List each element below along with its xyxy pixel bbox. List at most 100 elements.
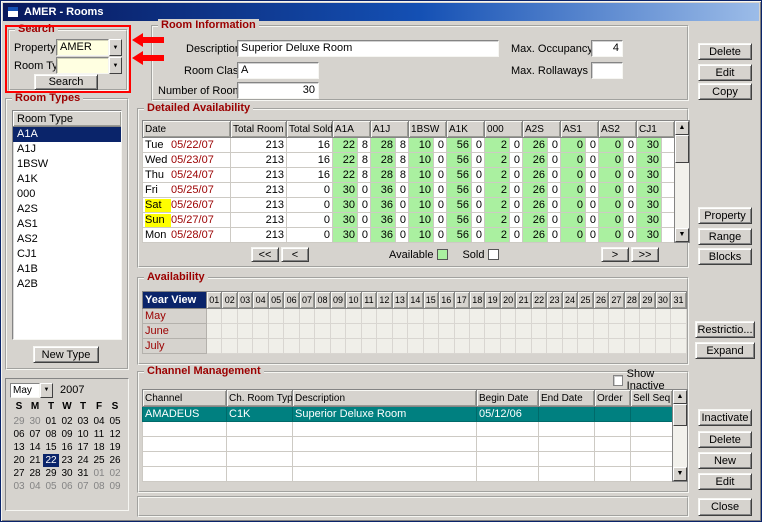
checkbox-icon[interactable] [613, 375, 623, 386]
availability-cell[interactable] [408, 339, 423, 354]
calendar-day[interactable]: 15 [43, 441, 59, 454]
empty-row[interactable] [143, 422, 673, 437]
calendar-day[interactable]: 26 [107, 454, 123, 467]
availability-cell[interactable] [500, 324, 515, 339]
calendar-day[interactable]: 17 [75, 441, 91, 454]
month-select[interactable]: May ▼ [10, 383, 53, 398]
availability-cell[interactable] [593, 339, 608, 354]
calendar-day[interactable]: 11 [91, 428, 107, 441]
room-type-item[interactable]: A2B [13, 277, 121, 292]
availability-cell[interactable] [392, 324, 407, 339]
range-button[interactable]: Range [698, 228, 752, 245]
availability-cell[interactable] [671, 309, 687, 324]
availability-cell[interactable] [284, 324, 299, 339]
availability-cell[interactable] [454, 324, 469, 339]
max-occupancy-field[interactable]: 4 [591, 40, 623, 57]
scroll-up-icon[interactable]: ▲ [673, 390, 687, 404]
property-select[interactable]: AMER ▼ [56, 39, 122, 56]
calendar-day[interactable]: 14 [27, 441, 43, 454]
availability-cell[interactable] [531, 339, 546, 354]
calendar-day[interactable]: 16 [59, 441, 75, 454]
room-type-dropdown-icon[interactable]: ▼ [109, 57, 122, 74]
channel-scrollbar[interactable]: ▲ ▼ [672, 389, 688, 482]
availability-cell[interactable] [222, 324, 237, 339]
availability-cell[interactable] [547, 339, 562, 354]
availability-cell[interactable] [578, 324, 593, 339]
calendar-day[interactable]: 24 [75, 454, 91, 467]
availability-cell[interactable] [439, 324, 454, 339]
availability-row[interactable]: Thu05/24/072131622828810056020260000030 [143, 168, 675, 183]
availability-row[interactable]: Tue05/22/072131622828810056020260000030 [143, 138, 675, 153]
room-type-item[interactable]: A1A [13, 127, 121, 142]
availability-cell[interactable] [531, 309, 546, 324]
availability-cell[interactable] [469, 324, 484, 339]
calendar-day[interactable]: 06 [11, 428, 27, 441]
channel-delete-button[interactable]: Delete [698, 431, 752, 448]
calendar-day[interactable]: 20 [11, 454, 27, 467]
availability-cell[interactable] [609, 339, 624, 354]
description-field[interactable]: Superior Deluxe Room [237, 40, 499, 57]
availability-cell[interactable] [222, 339, 237, 354]
page-prev-button[interactable]: < [281, 247, 309, 262]
availability-cell[interactable] [454, 339, 469, 354]
property-dropdown-icon[interactable]: ▼ [109, 39, 122, 56]
scroll-up-icon[interactable]: ▲ [675, 121, 689, 135]
availability-cell[interactable] [268, 339, 283, 354]
availability-cell[interactable] [237, 339, 252, 354]
calendar-day[interactable]: 03 [75, 415, 91, 428]
calendar-day[interactable]: 02 [107, 467, 123, 480]
room-info-edit-button[interactable]: Edit [698, 64, 752, 81]
calendar-day[interactable]: 21 [27, 454, 43, 467]
availability-cell[interactable] [500, 339, 515, 354]
calendar-day[interactable]: 30 [59, 467, 75, 480]
availability-row[interactable]: Fri05/25/07213030036010056020260000030 [143, 183, 675, 198]
availability-cell[interactable] [655, 309, 670, 324]
availability-cell[interactable] [330, 324, 345, 339]
expand-button[interactable]: Expand [695, 342, 755, 359]
calendar-day[interactable]: 07 [75, 480, 91, 493]
availability-cell[interactable] [531, 324, 546, 339]
availability-cell[interactable] [253, 324, 268, 339]
show-inactive-checkbox[interactable]: Show Inactive [611, 373, 687, 387]
search-button[interactable]: Search [34, 74, 98, 90]
calendar-day[interactable]: 08 [91, 480, 107, 493]
room-type-item[interactable]: A1J [13, 142, 121, 157]
availability-cell[interactable] [624, 324, 639, 339]
room-type-item[interactable]: A1B [13, 262, 121, 277]
availability-cell[interactable] [253, 339, 268, 354]
availability-cell[interactable] [439, 339, 454, 354]
availability-cell[interactable] [516, 339, 531, 354]
title-bar[interactable]: AMER - Rooms [3, 3, 759, 21]
availability-cell[interactable] [516, 324, 531, 339]
calendar-day[interactable]: 09 [59, 428, 75, 441]
availability-cell[interactable] [222, 309, 237, 324]
availability-cell[interactable] [299, 339, 314, 354]
availability-cell[interactable] [655, 324, 670, 339]
room-type-item[interactable]: A2S [13, 202, 121, 217]
availability-cell[interactable] [547, 324, 562, 339]
availability-cell[interactable] [671, 324, 687, 339]
calendar-day[interactable]: 29 [11, 415, 27, 428]
calendar-day[interactable]: 04 [27, 480, 43, 493]
availability-cell[interactable] [547, 309, 562, 324]
availability-cell[interactable] [408, 324, 423, 339]
availability-cell[interactable] [408, 309, 423, 324]
availability-cell[interactable] [346, 324, 361, 339]
availability-cell[interactable] [609, 324, 624, 339]
availability-cell[interactable] [609, 309, 624, 324]
availability-cell[interactable] [268, 309, 283, 324]
calendar-day[interactable]: 31 [75, 467, 91, 480]
availability-cell[interactable] [284, 309, 299, 324]
availability-cell[interactable] [423, 339, 438, 354]
channel-row[interactable]: AMADEUSC1KSuperior Deluxe Room05/12/06 [143, 407, 673, 422]
availability-cell[interactable] [346, 309, 361, 324]
availability-cell[interactable] [423, 324, 438, 339]
calendar-day[interactable]: 05 [107, 415, 123, 428]
calendar-day[interactable]: 09 [107, 480, 123, 493]
calendar-day[interactable]: 12 [107, 428, 123, 441]
availability-cell[interactable] [671, 339, 687, 354]
availability-cell[interactable] [485, 324, 500, 339]
availability-cell[interactable] [624, 309, 639, 324]
availability-cell[interactable] [299, 309, 314, 324]
close-button[interactable]: Close [698, 498, 752, 516]
